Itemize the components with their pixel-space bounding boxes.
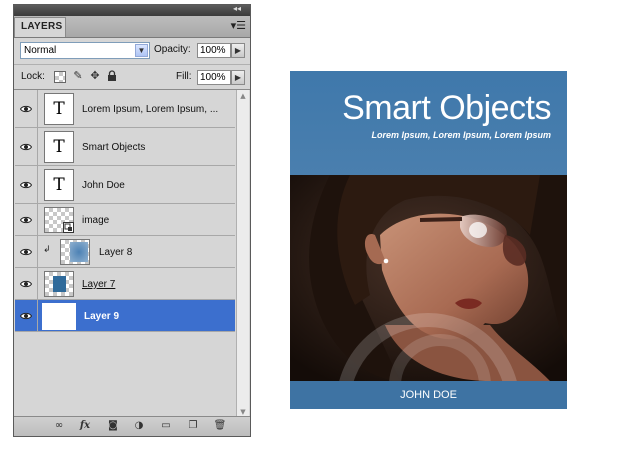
layer-thumbnail — [44, 207, 74, 233]
text-layer-thumbnail: T — [44, 93, 74, 125]
cover-author: JOHN DOE — [400, 389, 457, 401]
layer-list: T Lorem Ipsum, Lorem Ipsum, ... T Smart … — [15, 90, 235, 332]
blend-mode-select[interactable]: Normal ▼ — [20, 42, 150, 59]
visibility-toggle[interactable] — [15, 90, 38, 127]
fill-slider-button[interactable]: ▶ — [231, 70, 245, 85]
layer-thumbnail — [60, 239, 90, 265]
smart-object-icon — [63, 222, 74, 233]
link-icon[interactable]: ∞ — [52, 420, 66, 432]
layer-row[interactable]: Layer 7 — [15, 268, 235, 300]
mask-icon[interactable]: ◙ — [106, 420, 120, 432]
tab-layers[interactable]: LAYERS — [14, 17, 66, 37]
layer-name[interactable]: Smart Objects — [82, 142, 145, 153]
cover-footer: JOHN DOE — [290, 381, 567, 409]
eye-icon — [20, 143, 32, 150]
fill-field[interactable]: 100% — [197, 70, 231, 85]
layer-name[interactable]: Layer 7 — [82, 279, 115, 290]
eye-icon — [20, 312, 32, 319]
layers-panel: ◂◂ LAYERS ▾☰ Normal ▼ Opacity: 100% ▶ Lo… — [13, 4, 251, 437]
opacity-slider-button[interactable]: ▶ — [231, 43, 245, 58]
panel-bottom-toolbar: ∞ fx ◙ ◑ ▭ ❐ 🗑 — [14, 416, 250, 436]
layer-row[interactable]: T John Doe — [15, 166, 235, 204]
eye-icon — [20, 105, 32, 112]
visibility-toggle[interactable] — [15, 236, 38, 267]
opacity-field[interactable]: 100% — [197, 43, 231, 58]
layer-name[interactable]: Layer 8 — [99, 247, 132, 258]
divider — [14, 64, 250, 65]
lock-all-icon[interactable] — [106, 70, 118, 82]
visibility-toggle[interactable] — [15, 166, 38, 203]
layer-name[interactable]: Lorem Ipsum, Lorem Ipsum, ... — [82, 104, 218, 115]
layer-name[interactable]: John Doe — [82, 180, 125, 191]
lock-transparent-icon[interactable] — [54, 71, 66, 83]
clipping-arrow-icon: ↲ — [43, 245, 51, 255]
opacity-label: Opacity: — [154, 44, 191, 55]
layer-list-scrollbar[interactable]: ▲ ▼ — [236, 90, 249, 418]
trash-icon[interactable]: 🗑 — [213, 420, 227, 432]
eye-icon — [20, 216, 32, 223]
text-layer-thumbnail: T — [44, 131, 74, 163]
layer-row-selected[interactable]: Layer 9 — [15, 300, 235, 332]
collapse-icon[interactable]: ◂◂ — [233, 4, 241, 13]
panel-tab-row: LAYERS ▾☰ — [14, 16, 250, 38]
eye-icon — [20, 181, 32, 188]
cover-title: Smart Objects — [342, 89, 551, 127]
cover-photo — [290, 175, 567, 381]
fx-icon[interactable]: fx — [78, 420, 92, 432]
eye-icon — [20, 248, 32, 255]
lock-paint-icon[interactable]: ✎ — [72, 70, 84, 82]
layer-row[interactable]: ↲ Layer 8 — [15, 236, 235, 268]
visibility-toggle[interactable] — [15, 300, 38, 331]
layer-row[interactable]: image — [15, 204, 235, 236]
fill-label: Fill: — [176, 71, 192, 82]
text-layer-thumbnail: T — [44, 169, 74, 201]
new-layer-icon[interactable]: ❐ — [186, 420, 200, 432]
layer-row[interactable]: T Smart Objects — [15, 128, 235, 166]
panel-title-bar: ◂◂ — [14, 4, 250, 16]
cover-canvas: Smart Objects Lorem Ipsum, Lorem Ipsum, … — [290, 71, 567, 409]
visibility-toggle[interactable] — [15, 204, 38, 235]
blend-mode-value: Normal — [24, 45, 57, 56]
layer-row[interactable]: T Lorem Ipsum, Lorem Ipsum, ... — [15, 90, 235, 128]
layer-thumbnail — [42, 303, 76, 330]
visibility-toggle[interactable] — [15, 268, 38, 299]
lock-label: Lock: — [21, 71, 45, 82]
eye-icon — [20, 280, 32, 287]
cover-header: Smart Objects Lorem Ipsum, Lorem Ipsum, … — [290, 71, 567, 175]
panel-menu-icon[interactable]: ▾☰ — [231, 19, 246, 32]
layer-name[interactable]: image — [82, 215, 109, 226]
cover-subtitle: Lorem Ipsum, Lorem Ipsum, Lorem Ipsum — [371, 130, 551, 140]
scroll-up-icon[interactable]: ▲ — [237, 90, 249, 102]
folder-icon[interactable]: ▭ — [159, 420, 173, 432]
chevron-down-icon[interactable]: ▼ — [135, 44, 148, 57]
layer-thumbnail — [44, 271, 74, 297]
visibility-toggle[interactable] — [15, 128, 38, 165]
adjustment-icon[interactable]: ◑ — [132, 420, 146, 432]
lock-position-icon[interactable]: ✥ — [89, 70, 101, 82]
layer-name[interactable]: Layer 9 — [84, 311, 119, 322]
